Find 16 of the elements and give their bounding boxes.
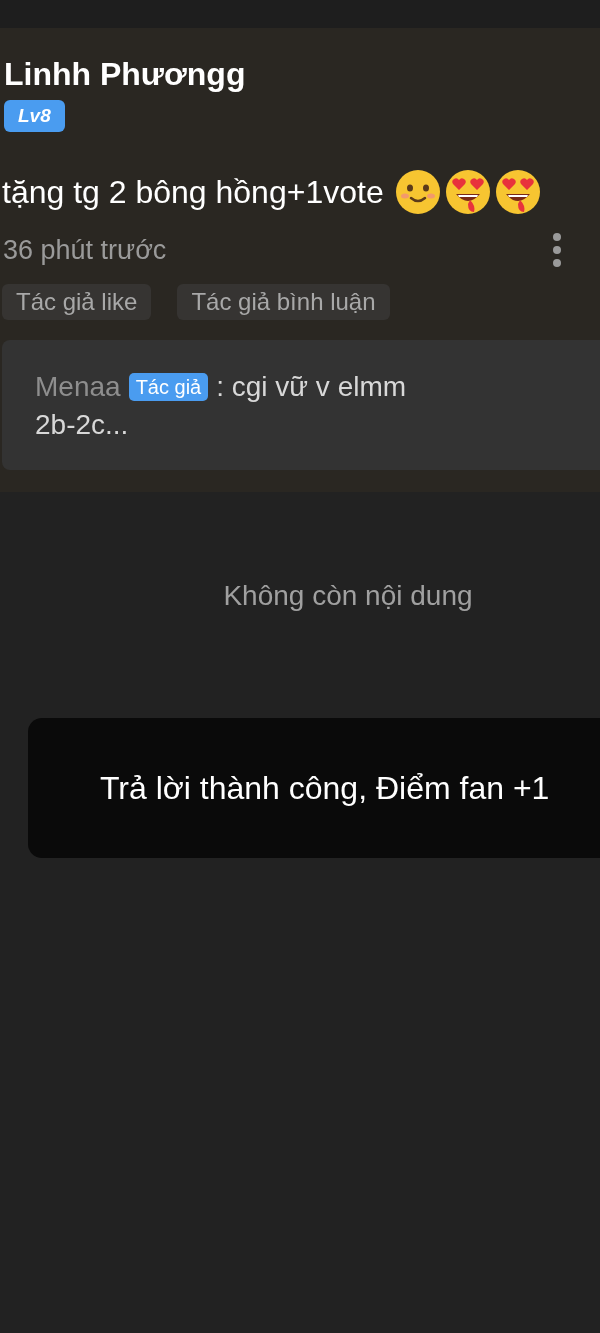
more-options-icon[interactable] <box>552 232 562 268</box>
reply-author: Menaa <box>35 370 121 404</box>
heart-eyes-face-icon <box>443 168 492 216</box>
toast-message: Trả lời thành công, Điểm fan +1 <box>100 769 550 808</box>
tag: Tác giả bình luận <box>177 284 390 320</box>
reply-text: : cgi vữ v elmm <box>216 370 407 404</box>
author-badge: Tác giả <box>128 373 209 401</box>
level-badge: Lv8 <box>4 100 65 132</box>
tag: Tác giả like <box>2 284 152 320</box>
end-notice: Không còn nội dung <box>223 579 473 613</box>
timestamp: 36 phút trước <box>3 234 167 267</box>
username: Linhh Phươngg <box>3 55 247 94</box>
heart-eyes-face-icon <box>493 168 542 216</box>
comment-text: tặng tg 2 bông hồng+1vote <box>2 173 384 212</box>
reply-text: 2b-2c... <box>35 408 129 442</box>
smiling-face-icon <box>393 168 442 216</box>
